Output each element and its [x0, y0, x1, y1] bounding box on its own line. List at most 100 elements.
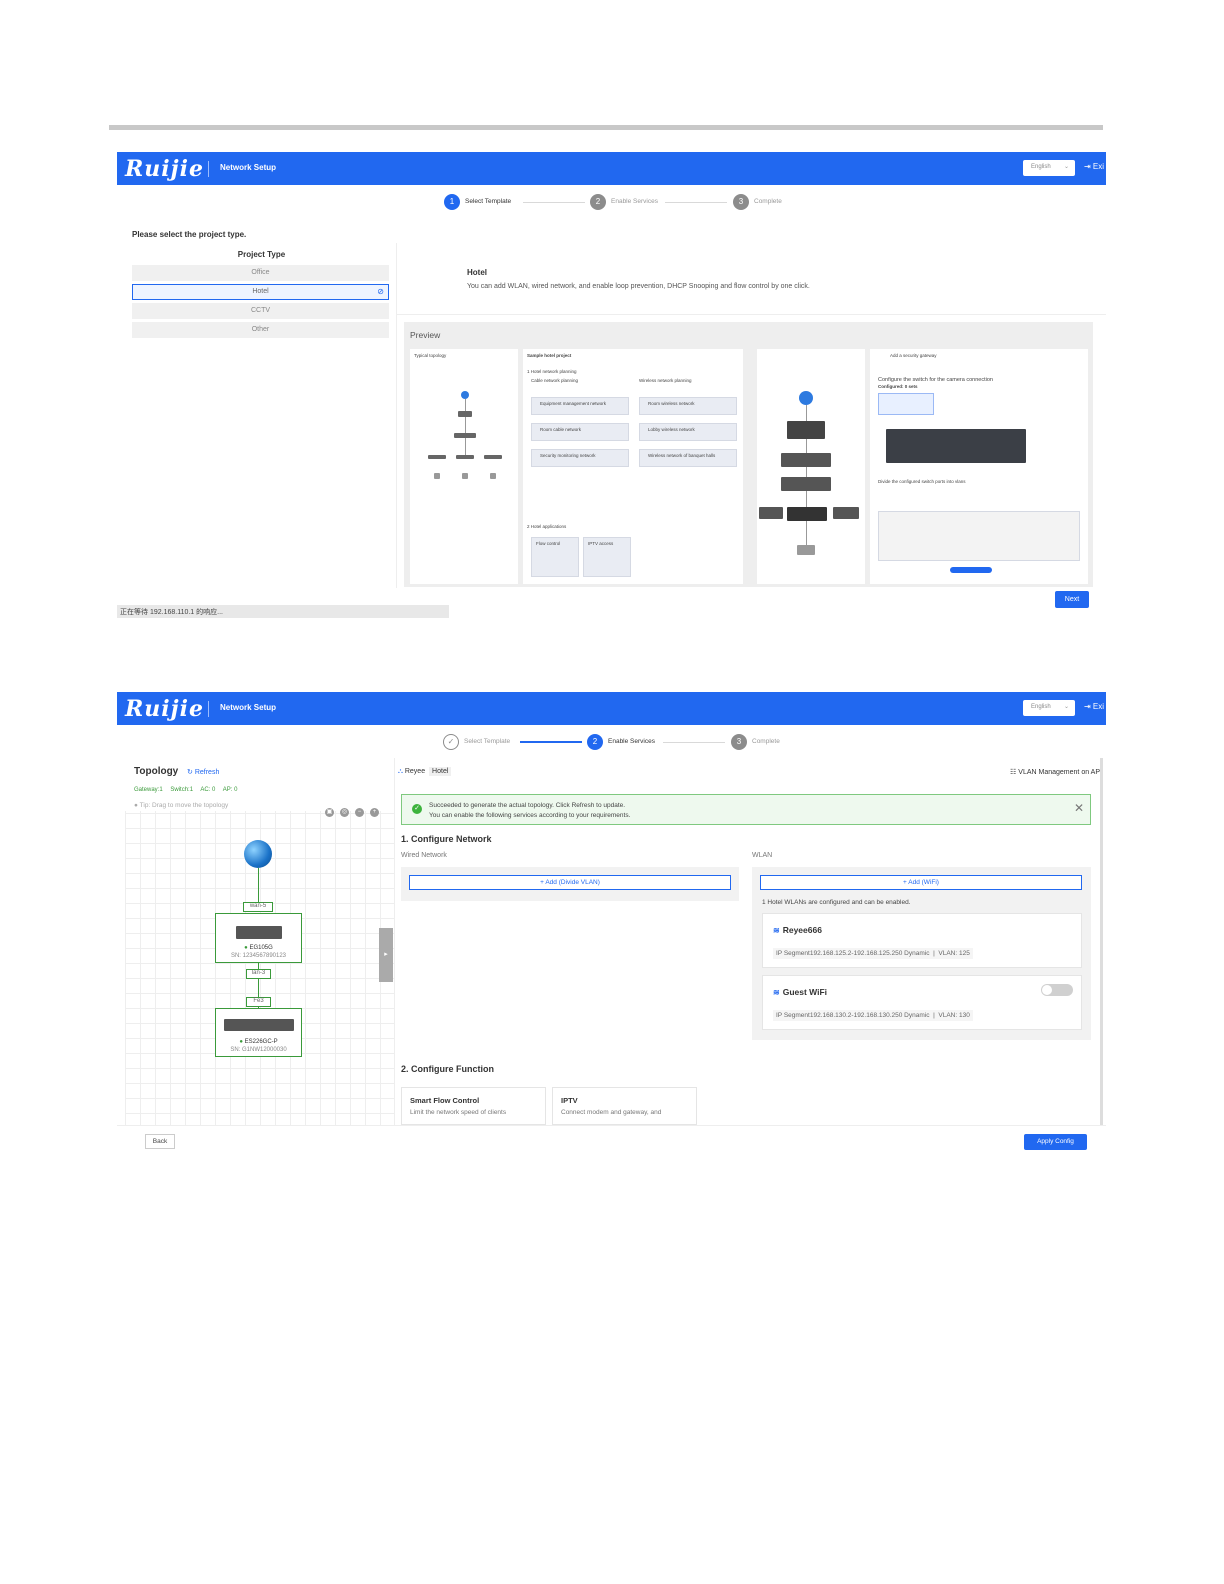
topology-tools: ▣ ◎ − + [325, 800, 385, 818]
description-text: You can add WLAN, wired network, and ena… [467, 283, 810, 290]
preview-topology: Typical topology [410, 349, 518, 584]
section-configure-function: 2. Configure Function [401, 1064, 494, 1074]
step-complete: 3 Complete [731, 733, 780, 751]
function-smart-flow-control[interactable]: Smart Flow Control Limit the network spe… [401, 1087, 546, 1125]
step-number: 3 [733, 193, 749, 210]
zoom-in-icon[interactable]: + [370, 808, 379, 817]
wlan-label: WLAN [752, 852, 773, 859]
zoom-out-icon[interactable]: − [355, 808, 364, 817]
project-type-other[interactable]: Other [132, 322, 389, 338]
step-label: Enable Services [608, 738, 655, 746]
preview-card: Security monitoring network [531, 449, 629, 467]
switch-icon [428, 455, 446, 459]
step-connector [665, 202, 727, 203]
preview-card: Wireless network of banquet halls [639, 449, 737, 467]
device-counts: Gateway:1 Switch:1 AC: 0 AP: 0 [134, 787, 243, 793]
preview-card-label: Equipment management network [540, 401, 607, 406]
refresh-link[interactable]: ↻ Refresh [187, 768, 219, 776]
project-type-header: Project Type [237, 250, 286, 259]
switch-icon [781, 453, 831, 467]
wlan-card-guest-wifi[interactable]: ≋ Guest WiFi IP Segment192.168.130.2-192.… [762, 975, 1082, 1030]
guest-wifi-toggle[interactable] [1041, 984, 1073, 996]
reset-icon[interactable]: ◎ [340, 808, 349, 817]
preview-panel: Preview Typical topology Sample hotel pr… [404, 322, 1093, 587]
topology-header: Topology ↻ Refresh Gateway:1 Switch:1 AC… [125, 758, 394, 817]
add-divide-vlan-button[interactable]: + Add (Divide VLAN) [409, 875, 731, 890]
preview-device-chain [757, 349, 865, 584]
next-button[interactable]: Next [1055, 591, 1089, 608]
screenshot-select-template: Ruijie Network Setup English ⌄ ⇥ Exi 1 Sel… [117, 152, 1106, 618]
gateway-icon [787, 421, 825, 439]
switch-icon [456, 455, 474, 459]
fit-view-icon[interactable]: ▣ [325, 808, 334, 817]
apply-config-button[interactable]: Apply Config [1024, 1134, 1087, 1150]
header-bar: Ruijie Network Setup English ⌄ ⇥ Exi [117, 692, 1106, 725]
function-iptv[interactable]: IPTV Connect modem and gateway, and [552, 1087, 697, 1125]
exit-label: Exi [1092, 702, 1104, 711]
step-connector [663, 742, 725, 743]
vlan-management-link[interactable]: ☷ VLAN Management on AP [1010, 768, 1100, 776]
wlan-vlan: VLAN: 130 [938, 1012, 970, 1019]
topology-panel[interactable]: Topology ↻ Refresh Gateway:1 Switch:1 AC… [125, 758, 395, 1125]
preview-card: Lobby wireless network [639, 423, 737, 441]
preview-card: Equipment management network [531, 397, 629, 415]
close-icon[interactable]: ✕ [1074, 801, 1084, 815]
exit-button[interactable]: ⇥ Exi [1084, 162, 1104, 171]
section-configure-network: 1. Configure Network [401, 834, 492, 844]
preview-device-card [878, 393, 934, 415]
project-type-cctv[interactable]: CCTV [132, 303, 389, 319]
network-icon: ⛬ [398, 768, 403, 775]
refresh-label: Refresh [194, 769, 220, 776]
content-scrollbar[interactable] [1100, 758, 1103, 1125]
stepper: ✓ Select Template 2 Enable Services 3 Compl… [117, 733, 1106, 753]
step-number: 2 [587, 733, 603, 750]
breadcrumb-item: Reyee [404, 768, 426, 775]
add-wifi-button[interactable]: + Add (WiFi) [760, 875, 1082, 890]
node-name: ● ES226GC-P [216, 1039, 301, 1045]
project-type-office[interactable]: Office [132, 265, 389, 281]
wired-network-label: Wired Network [401, 852, 447, 859]
wifi-icon: ≋ [773, 926, 780, 935]
preview-topology-title: Typical topology [414, 353, 447, 358]
globe-icon [461, 391, 469, 399]
step-label: Complete [752, 738, 780, 746]
wlan-details: IP Segment192.168.125.2-192.168.125.250 … [773, 948, 973, 959]
step-connector [520, 741, 582, 743]
project-type-hotel[interactable]: Hotel ⊘ [132, 284, 389, 300]
gateway-node[interactable]: ● EG105G SN: 1234567890123 [215, 913, 302, 963]
wlan-segment: IP Segment192.168.125.2-192.168.125.250 … [776, 950, 930, 957]
settings-icon: ☷ [1010, 769, 1017, 776]
topology-link [258, 868, 259, 906]
step-select-template: ✓ Select Template [443, 733, 510, 751]
switch-icon [454, 433, 476, 438]
wired-network-panel: + Add (Divide VLAN) [401, 867, 739, 901]
step-number: 2 [590, 193, 606, 210]
refresh-icon: ↻ [187, 769, 193, 776]
ap-count: AP: 0 [222, 787, 238, 793]
alert-line-2: You can enable the following services ac… [429, 812, 631, 819]
function-title: IPTV [561, 1096, 578, 1105]
back-button[interactable]: Back [145, 1134, 175, 1149]
language-select[interactable]: English ⌄ [1023, 700, 1075, 716]
preview-button [950, 567, 992, 573]
language-value: English [1031, 704, 1051, 710]
language-select[interactable]: English ⌄ [1023, 160, 1075, 176]
online-dot-icon: ● [244, 945, 248, 951]
preview-camera-title: Configure the switch for the camera conn… [878, 377, 993, 383]
header-title: Network Setup [220, 703, 277, 712]
language-value: English [1031, 164, 1051, 170]
preview-card-label: Room cable network [540, 427, 582, 432]
ap-icon [490, 473, 496, 479]
wlan-card-reyee666[interactable]: ≋ Reyee666 IP Segment192.168.125.2-192.16… [762, 913, 1082, 968]
alert-line-1: Succeeded to generate the actual topolog… [429, 802, 626, 809]
exit-icon: ⇥ [1083, 702, 1091, 711]
stepper: 1 Select Template 2 Enable Services 3 Compl… [117, 193, 1106, 213]
browser-status-bar: 正在等待 192.168.110.1 的响应... [117, 605, 449, 618]
collapse-panel-toggle[interactable]: ▸ [379, 928, 393, 982]
node-name: ● EG105G [216, 945, 301, 951]
wlan-details: IP Segment192.168.130.2-192.168.130.250 … [773, 1010, 973, 1021]
router-device-icon [236, 926, 282, 939]
exit-button[interactable]: ⇥ Exi [1084, 702, 1104, 711]
router-icon [458, 411, 472, 417]
switch-node[interactable]: ● ES226GC-P SN: G1NW12000030 [215, 1008, 302, 1057]
